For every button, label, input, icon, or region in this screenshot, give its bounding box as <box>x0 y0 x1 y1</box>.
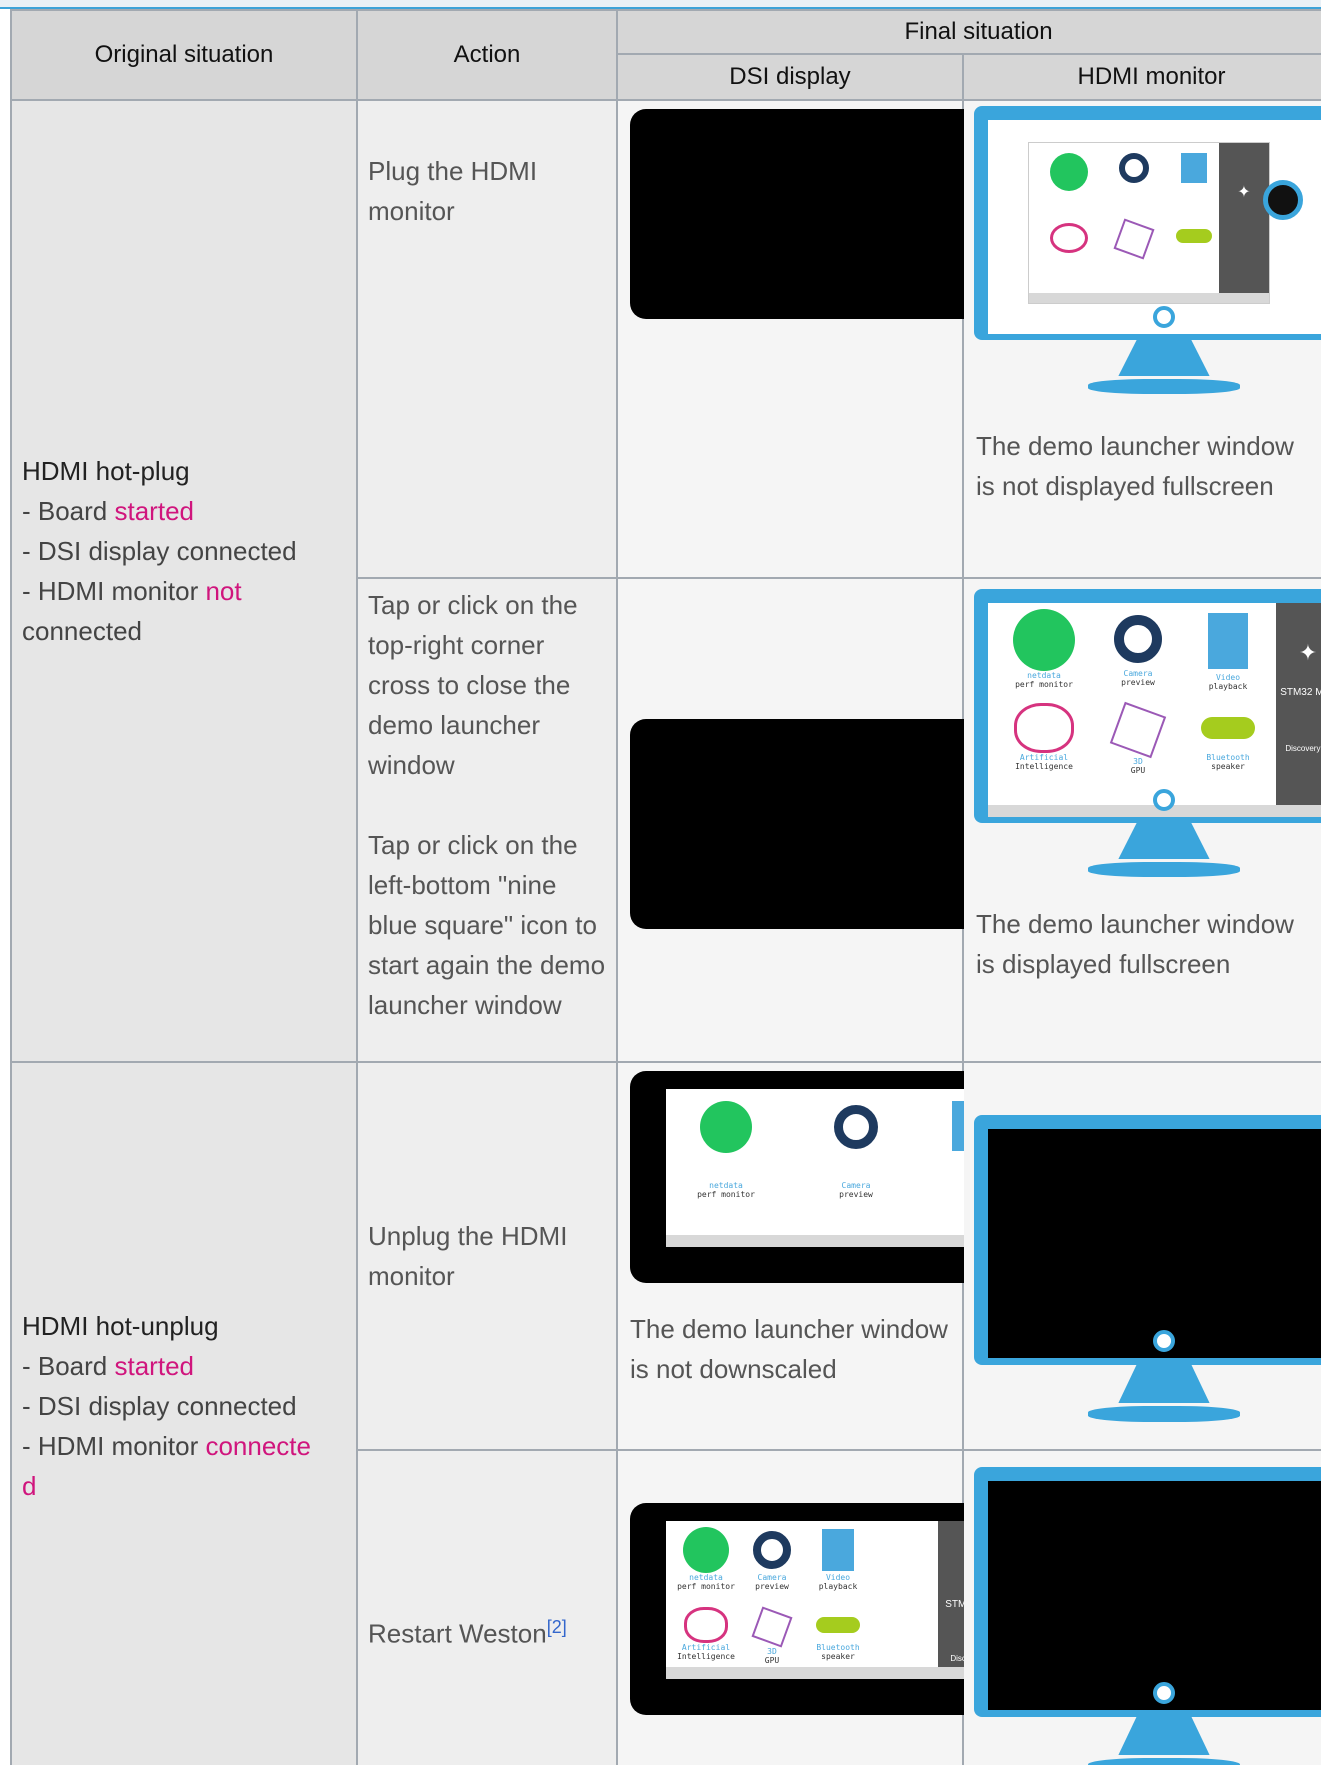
dsi-tablet-black-image <box>630 109 990 319</box>
netdata-icon <box>1050 153 1088 191</box>
video-icon <box>1208 613 1248 669</box>
header-dsi-display: DSI display <box>616 53 964 101</box>
dsi-cell-row3: netdata perf monitor Camera preview The de… <box>616 1061 1008 1451</box>
hdmi-monitor-fullscreen-image: netdata perf monitor Camera preview Video p… <box>974 589 1321 889</box>
action-unplug-hdmi: Unplug the HDMI monitor <box>356 1061 618 1451</box>
cube-icon <box>1109 701 1167 759</box>
camera-icon <box>1119 153 1149 183</box>
hdmi-cell-row2: netdata perf monitor Camera preview Video p… <box>961 577 1321 1063</box>
action-plug-hdmi: Plug the HDMI monitor <box>356 99 618 579</box>
hdmi-monitor-black-image <box>974 1115 1321 1435</box>
header-action: Action <box>356 9 618 101</box>
original-situation-hotunplug: HDMI hot-unplug - Board started - DSI di… <box>10 1061 358 1765</box>
hdmi-caption-row2: The demo launcher window is displayed fu… <box>976 909 1294 979</box>
cube-icon <box>751 1606 793 1648</box>
hotplug-line-board: - Board started <box>22 496 195 526</box>
highlight-started: started <box>114 496 195 526</box>
speaker-icon <box>1201 717 1255 739</box>
action-restart-weston: Restart Weston[2] <box>356 1449 618 1765</box>
netdata-icon <box>700 1101 752 1153</box>
video-icon <box>822 1529 854 1571</box>
dsi-cell-row2 <box>616 577 1005 1063</box>
table-row: HDMI hot-unplug - Board started - DSI di… <box>10 1061 1321 1765</box>
brain-icon <box>1050 223 1088 253</box>
butterfly-icon: ✦ <box>1237 184 1251 201</box>
hotunplug-line-hdmi: - HDMI monitor connecte d <box>22 1431 311 1501</box>
hotplug-line-hdmi: - HDMI monitor not connected <box>22 576 242 646</box>
camera-icon <box>753 1531 791 1569</box>
hdmi-cell-row3 <box>961 1061 1321 1451</box>
footnote-ref[interactable]: [2] <box>547 1617 567 1637</box>
camera-icon <box>1114 615 1162 663</box>
hotunplug-title: HDMI hot-unplug <box>22 1311 219 1341</box>
action-restart-text: Tap or click on the left-bottom "nine bl… <box>368 830 606 1020</box>
video-icon <box>1181 153 1207 183</box>
cube-icon <box>1113 218 1155 260</box>
action-close-text: Tap or click on the top-right corner cro… <box>368 590 578 780</box>
hdmi-monitor-black-image <box>974 1467 1321 1765</box>
camera-icon <box>834 1105 878 1149</box>
highlight-connected: connecte <box>205 1431 311 1461</box>
header-final-situation: Final situation <box>615 9 1321 55</box>
hdmi-cell-row1: ✦ The demo launcher window is not displa… <box>961 99 1321 579</box>
dsi-tablet-launcher-image: netdata perf monitor Camera preview Video p… <box>630 1503 1008 1715</box>
brain-icon <box>1014 703 1074 753</box>
highlight-not: not <box>205 576 242 606</box>
butterfly-icon: ✦ <box>1298 640 1318 665</box>
action-close-and-restart: Tap or click on the top-right corner cro… <box>356 577 618 1063</box>
hotplug-title: HDMI hot-plug <box>22 456 190 486</box>
hotunplug-line-board: - Board started <box>22 1351 195 1381</box>
netdata-icon <box>683 1527 729 1573</box>
hotunplug-line-dsi: - DSI display connected <box>22 1391 297 1421</box>
speaker-icon <box>1176 229 1212 243</box>
table-row: HDMI hot-plug - Board started - DSI disp… <box>10 99 1321 1063</box>
hdmi-caption-row1: The demo launcher window is not displaye… <box>976 431 1294 501</box>
hdmi-monitor-windowed-image: ✦ <box>974 106 1321 406</box>
highlight-started: started <box>114 1351 195 1381</box>
hdmi-cell-row4 <box>961 1449 1321 1765</box>
dsi-cell-row4: netdata perf monitor Camera preview Video p… <box>616 1449 1008 1765</box>
speaker-icon <box>816 1617 860 1633</box>
dsi-tablet-launcher-image: netdata perf monitor Camera preview <box>630 1071 1008 1283</box>
netdata-icon <box>1013 609 1075 671</box>
header-original-situation: Original situation <box>10 9 358 101</box>
table-wrapper: Original situation Action Final situatio… <box>10 9 1321 1765</box>
top-accent-bar <box>0 0 1321 9</box>
dsi-cell-row1 <box>616 99 990 579</box>
dsi-caption-row3: The demo launcher window is not downscal… <box>630 1314 948 1384</box>
dsi-tablet-black-image <box>630 719 1005 929</box>
original-situation-hotplug: HDMI hot-plug - Board started - DSI disp… <box>10 99 358 1063</box>
hdmi-hotplug-table: Original situation Action Final situatio… <box>10 9 1321 1765</box>
hotplug-line-dsi: - DSI display connected <box>22 536 297 566</box>
brain-icon <box>684 1607 728 1643</box>
header-hdmi-monitor: HDMI monitor <box>961 53 1321 101</box>
